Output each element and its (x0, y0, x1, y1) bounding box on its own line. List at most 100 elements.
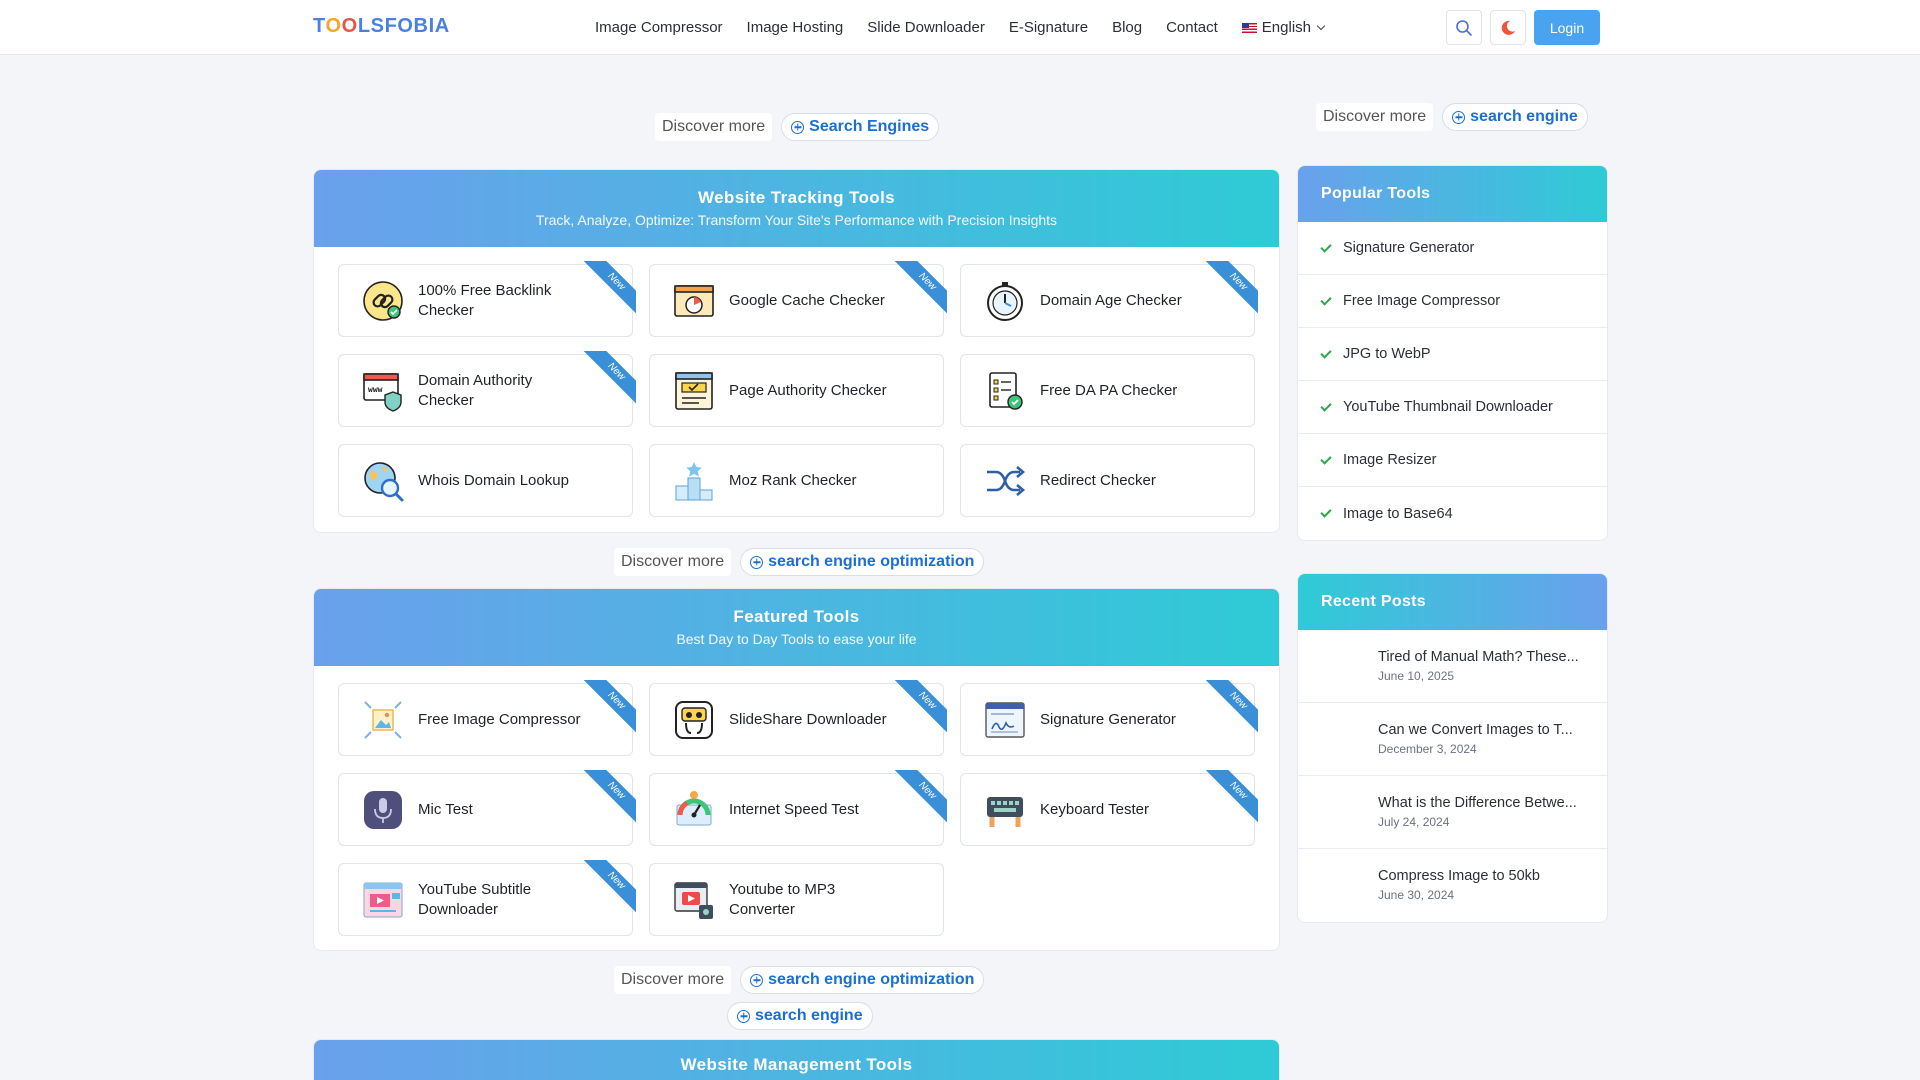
login-button[interactable]: Login (1534, 10, 1600, 45)
page-check-icon (673, 370, 715, 412)
tool-card-domain-age-checker[interactable]: Domain Age Checker New (960, 261, 1258, 337)
language-selector[interactable]: English (1241, 19, 1326, 36)
tool-card-free-da-pa-checker[interactable]: Free DA PA Checker (960, 354, 1255, 427)
search-icon (1456, 19, 1472, 36)
post-date: July 24, 2024 (1378, 815, 1450, 829)
slideshare-icon (673, 699, 715, 741)
dark-mode-toggle[interactable] (1490, 10, 1526, 45)
post-title: Compress Image to 50kb (1378, 868, 1540, 884)
site-logo[interactable]: TOOLSFOBIA (313, 15, 450, 38)
discover-more-bottom-2: search engine (727, 1002, 873, 1030)
speedometer-icon (673, 789, 715, 831)
popular-item[interactable]: Signature Generator (1298, 222, 1607, 275)
check-icon (1320, 399, 1332, 412)
tool-card-mic-test[interactable]: Mic Test New (338, 770, 636, 846)
tool-grid: 100% Free Backlink Checker New Google Ca… (314, 247, 1279, 532)
nav-image-hosting[interactable]: Image Hosting (747, 19, 844, 36)
discover-more-side: Discover more search engine (1316, 103, 1588, 131)
section-header: Website Tracking Tools Track, Analyze, O… (314, 170, 1279, 247)
tool-card-domain-authority-checker[interactable]: www Domain Authority Checker New (338, 351, 636, 427)
subtitle-icon (362, 879, 404, 921)
podium-icon (673, 460, 715, 502)
popular-item[interactable]: YouTube Thumbnail Downloader (1298, 381, 1607, 434)
main-nav: Image Compressor Image Hosting Slide Dow… (595, 0, 1326, 55)
tool-card-backlink-checker[interactable]: 100% Free Backlink Checker New (338, 261, 636, 337)
tool-card-moz-rank-checker[interactable]: Moz Rank Checker (649, 444, 944, 517)
tool-card-google-cache-checker[interactable]: Google Cache Checker New (649, 261, 947, 337)
discover-label: Discover more (1316, 103, 1434, 131)
plus-circle-icon (750, 555, 764, 569)
us-flag-icon (1241, 22, 1257, 33)
new-ribbon: New (1202, 770, 1258, 826)
popular-item[interactable]: JPG to WebP (1298, 328, 1607, 381)
checklist-icon (984, 370, 1026, 412)
nav-e-signature[interactable]: E-Signature (1009, 19, 1088, 36)
tool-card-redirect-checker[interactable]: Redirect Checker (960, 444, 1255, 517)
popular-tools-title: Popular Tools (1298, 166, 1607, 222)
discover-pill-seo[interactable]: search engine optimization (740, 966, 985, 994)
video-mp3-icon (673, 879, 715, 921)
section-subtitle: Track, Analyze, Optimize: Transform Your… (535, 212, 1058, 228)
nav-image-compressor[interactable]: Image Compressor (595, 19, 723, 36)
plus-circle-icon (1452, 110, 1466, 124)
discover-pill-search-engine[interactable]: search engine (727, 1002, 873, 1030)
svg-text:www: www (368, 385, 383, 394)
chevron-down-icon (1316, 21, 1326, 30)
www-shield-icon: www (362, 370, 404, 412)
tool-card-slideshare-downloader[interactable]: SlideShare Downloader New (649, 680, 947, 756)
section-title: Featured Tools (733, 607, 860, 626)
top-navbar: TOOLSFOBIA Image Compressor Image Hostin… (0, 0, 1920, 55)
post-date: December 3, 2024 (1378, 742, 1477, 756)
globe-search-icon (362, 460, 404, 502)
post-title: Tired of Manual Math? These... (1378, 649, 1579, 665)
check-icon (1320, 452, 1332, 465)
tool-card-page-authority-checker[interactable]: Page Authority Checker (649, 354, 944, 427)
nav-blog[interactable]: Blog (1112, 19, 1142, 36)
discover-pill-search-engines[interactable]: Search Engines (781, 113, 940, 141)
section-title: Website Management Tools (680, 1055, 913, 1074)
tool-card-free-image-compressor[interactable]: Free Image Compressor New (338, 680, 636, 756)
image-compress-icon (362, 699, 404, 741)
microphone-icon (362, 789, 404, 831)
tool-card-youtube-subtitle-downloader[interactable]: YouTube Subtitle Downloader New (338, 860, 636, 936)
tool-card-signature-generator[interactable]: Signature Generator New (960, 680, 1258, 756)
tool-card-keyboard-tester[interactable]: Keyboard Tester New (960, 770, 1258, 846)
popular-item[interactable]: Free Image Compressor (1298, 275, 1607, 328)
nav-slide-downloader[interactable]: Slide Downloader (867, 19, 985, 36)
stopwatch-icon (984, 280, 1026, 322)
discover-label: Discover more (655, 113, 773, 141)
tool-card-whois-domain-lookup[interactable]: Whois Domain Lookup (338, 444, 633, 517)
post-date: June 30, 2024 (1378, 888, 1455, 902)
check-icon (1320, 506, 1332, 518)
section-header: Featured Tools Best Day to Day Tools to … (314, 589, 1279, 666)
check-icon (1320, 346, 1332, 359)
discover-pill-search-engine[interactable]: search engine (1442, 103, 1588, 131)
new-ribbon: New (580, 770, 636, 826)
recent-post[interactable]: Tired of Manual Math? These... June 10, … (1298, 630, 1607, 703)
language-label: English (1261, 19, 1311, 36)
keyboard-icon (984, 789, 1026, 831)
website-tracking-tools-section: Website Tracking Tools Track, Analyze, O… (313, 169, 1280, 533)
moon-icon (1501, 20, 1515, 35)
recent-posts-title: Recent Posts (1298, 574, 1607, 630)
discover-more-top: Discover more Search Engines (655, 113, 940, 141)
section-subtitle: Best Day to Day Tools to ease your life (676, 631, 917, 647)
cache-browser-icon (673, 280, 715, 322)
popular-item[interactable]: Image to Base64 (1298, 487, 1607, 540)
tool-grid: Free Image Compressor New SlideShare Dow… (314, 666, 1279, 950)
discover-label: Discover more (614, 548, 732, 576)
tool-card-internet-speed-test[interactable]: Internet Speed Test New (649, 770, 947, 846)
nav-contact[interactable]: Contact (1166, 19, 1218, 36)
recent-post[interactable]: What is the Difference Betwe... July 24,… (1298, 776, 1607, 849)
new-ribbon: New (891, 770, 947, 826)
popular-item[interactable]: Image Resizer (1298, 434, 1607, 487)
shuffle-icon (984, 460, 1026, 502)
post-title: What is the Difference Betwe... (1378, 795, 1577, 811)
discover-pill-seo[interactable]: search engine optimization (740, 548, 985, 576)
search-button[interactable] (1446, 10, 1482, 45)
recent-post[interactable]: Compress Image to 50kb June 30, 2024 (1298, 849, 1607, 922)
tool-card-youtube-to-mp3[interactable]: Youtube to MP3 Converter (649, 863, 944, 936)
discover-label: Discover more (614, 966, 732, 994)
recent-post[interactable]: Can we Convert Images to T... December 3… (1298, 703, 1607, 776)
recent-posts-widget: Recent Posts Tired of Manual Math? These… (1297, 573, 1608, 923)
